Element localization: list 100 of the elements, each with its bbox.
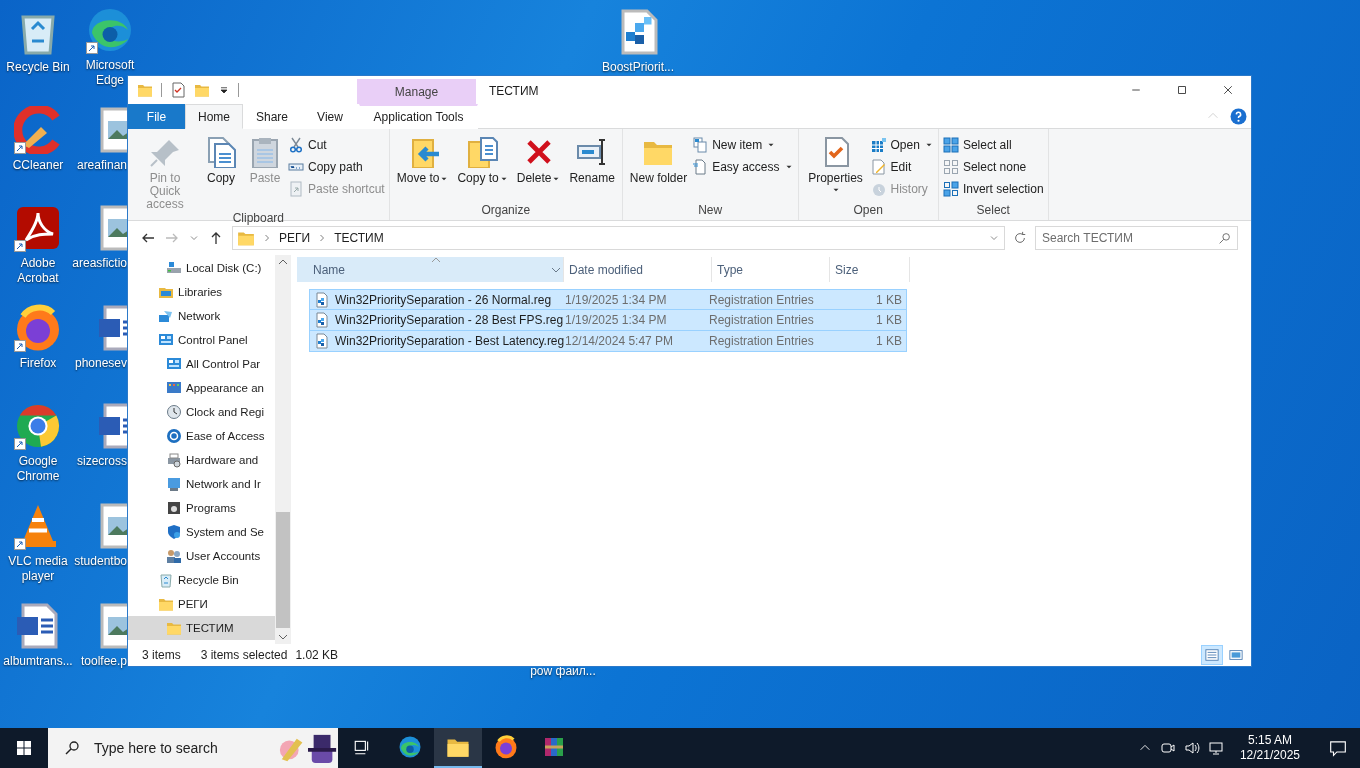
ribbon-button[interactable]: Move to (393, 132, 453, 203)
pages-icon (692, 137, 709, 153)
nav-item[interactable]: ТЕСТИМ (128, 616, 275, 640)
ribbon-button[interactable]: Delete (513, 132, 565, 203)
nav-item[interactable]: Ease of Access (128, 424, 275, 448)
ribbon-button[interactable]: Rename (566, 132, 618, 203)
ribbon-button[interactable]: Edit (870, 158, 934, 176)
desktop-icon-label[interactable]: areasfictio (72, 256, 127, 271)
file-row[interactable]: Win32PrioritySeparation - Best Latency.reg12/14/2024 5:47 PM Registration Entries 1 KB (309, 331, 907, 352)
desktop-icon-label[interactable]: sizecross (77, 454, 127, 469)
printer-icon (166, 452, 182, 468)
file-row[interactable]: Win32PrioritySeparation - 26 Normal.reg 1/19/2025 1:34 PM Registration Entries 1 KB (309, 289, 907, 310)
acrobat-icon[interactable] (14, 204, 62, 252)
column-header[interactable]: Date modified (564, 257, 712, 282)
file-name: Win32PrioritySeparation - 28 Best FPS.reg (335, 313, 564, 327)
nav-item[interactable]: Network (128, 304, 275, 328)
ribbon-button[interactable]: Cut (288, 136, 385, 154)
chrome-icon[interactable] (14, 402, 62, 450)
desktop-icon-label[interactable]: phonesev (74, 356, 127, 371)
broom-icon[interactable] (14, 106, 62, 154)
desktop-icon-label[interactable]: Google Chrome (0, 454, 76, 484)
refresh-icon[interactable] (1013, 231, 1027, 245)
ribbon-button[interactable]: Copy (200, 132, 242, 211)
desktop-icon-label[interactable]: studentbo (74, 554, 127, 569)
ribbon-button[interactable]: Copy path (288, 158, 385, 176)
grid-full-icon (942, 137, 959, 153)
help-icon[interactable] (1230, 107, 1247, 125)
ribbon-tab[interactable]: Home (185, 104, 243, 129)
ribbon-group-label: Organize (480, 203, 532, 219)
column-header[interactable]: Type (712, 257, 830, 282)
nav-item[interactable]: Network and Ir (128, 472, 275, 496)
ribbon-button[interactable]: Select none (942, 158, 1044, 176)
search-field[interactable]: Search ТЕСТИМ (1035, 226, 1238, 250)
desktop-icon-label[interactable]: toolfee.p (80, 654, 127, 669)
breadcrumb[interactable]: ТЕСТИМ (334, 231, 384, 245)
desktop-icon-label[interactable]: Firefox (19, 356, 57, 371)
nav-item[interactable]: Local Disk (C:) (128, 256, 275, 280)
ribbon-button[interactable]: New item (692, 136, 794, 154)
taskbar-app[interactable] (434, 728, 482, 768)
folder-icon (166, 620, 182, 636)
nav-item[interactable]: Clock and Regi (128, 400, 275, 424)
nav-item[interactable]: Control Panel (128, 328, 275, 352)
folder-pages-icon (467, 136, 500, 168)
ribbon-button[interactable]: Properties (802, 132, 869, 203)
desktop-icon-label[interactable]: albumtrans... (3, 654, 73, 669)
nav-item[interactable]: System and Se (128, 520, 275, 544)
ribbon-button[interactable]: Open (870, 136, 934, 154)
nav-item[interactable]: Programs (128, 496, 275, 520)
context-tab-group: Manage (394, 84, 439, 99)
view-button[interactable] (1201, 645, 1223, 665)
large-icons-view-icon (1229, 648, 1243, 662)
taskbar-search-field[interactable]: Type here to search (48, 728, 338, 768)
speaker-icon[interactable] (1183, 740, 1200, 756)
file-row[interactable]: Win32PrioritySeparation - 28 Best FPS.reg 1/19/2025 1:34 PM Registration Entries 1 KB (309, 310, 907, 331)
ribbon-button[interactable]: Easy access (692, 158, 794, 176)
desktop-icon-label[interactable]: Recycle Bin (6, 60, 70, 75)
programs-icon (166, 500, 182, 516)
ribbon-button[interactable]: Copy to (454, 132, 512, 203)
network-icon[interactable] (1207, 740, 1224, 756)
column-header[interactable]: Name (297, 257, 564, 282)
desktop-icon-label[interactable]: Microsoft Edge (72, 58, 148, 88)
grid-invert-icon (942, 181, 959, 197)
nav-item[interactable]: All Control Par (128, 352, 275, 376)
palette-icon (166, 380, 182, 396)
nav-item[interactable]: User Accounts (128, 544, 275, 568)
ribbon-button[interactable]: New folder (626, 132, 691, 203)
check-page-icon[interactable] (170, 82, 186, 98)
desktop-icon-label[interactable]: BoostPriorit... (602, 60, 674, 75)
nav-item[interactable]: Libraries (128, 280, 275, 304)
desktop-icon-label[interactable]: pow файл... (530, 664, 596, 679)
size-cell: 1 KB (875, 334, 902, 348)
camera-icon[interactable] (1159, 740, 1176, 756)
desktop-icon-label[interactable]: areafinan (76, 158, 127, 173)
notifications-icon[interactable] (1329, 739, 1347, 757)
maximize-icon (1176, 84, 1188, 96)
address-bar[interactable]: РЕГИ ТЕСТИМ (232, 226, 1005, 250)
nav-item[interactable]: Recycle Bin (128, 568, 275, 592)
ribbon-tab[interactable]: Application Tools (359, 104, 478, 129)
caret-icon[interactable] (218, 84, 230, 96)
firefox-icon[interactable] (14, 304, 62, 352)
ribbon-tab[interactable]: File (128, 104, 185, 129)
nav-item[interactable]: Hardware and (128, 448, 275, 472)
edge-icon[interactable] (86, 6, 134, 54)
nav-item[interactable]: РЕГИ (128, 592, 275, 616)
archive-icon (542, 735, 566, 759)
scrollbar[interactable] (275, 255, 291, 644)
desktop-icon-label[interactable]: CCleaner (12, 158, 64, 173)
word-document-icon[interactable] (96, 304, 127, 352)
ribbon-button[interactable]: Select all (942, 136, 1044, 154)
reg-file-icon (314, 291, 330, 308)
file-name: Win32PrioritySeparation - 26 Normal.reg (335, 292, 552, 307)
nav-item[interactable]: Appearance an (128, 376, 275, 400)
clock[interactable]: 5:15 AM 12/21/2025 (1231, 733, 1308, 763)
word-document-icon[interactable] (96, 402, 127, 450)
search-icon (64, 740, 80, 756)
breadcrumb[interactable]: РЕГИ (279, 231, 311, 245)
status-text: 3 items selected (200, 648, 288, 662)
ribbon-button[interactable]: Invert selection (942, 180, 1044, 198)
column-header[interactable]: Size (830, 257, 910, 282)
panel-icon (166, 356, 182, 372)
